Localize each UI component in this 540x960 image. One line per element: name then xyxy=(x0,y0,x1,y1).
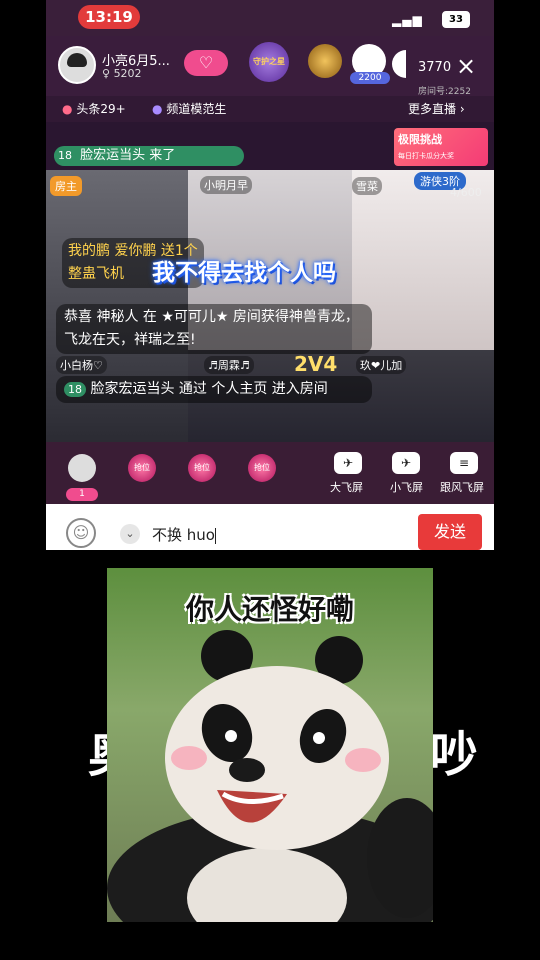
channel-icon: ● xyxy=(152,102,163,116)
viewer-avatar-score: 2200 xyxy=(350,72,390,84)
entry-text: 脸宏运当头 来了 xyxy=(80,148,176,163)
viewer-count[interactable]: 3770 xyxy=(418,60,451,75)
room-header: 小亮6月5... ♀ 5202 ♡ 守护之星 2200 3770 房间号:225… xyxy=(46,36,494,97)
channel-tag[interactable]: ● 频道模范生 xyxy=(152,100,226,117)
level-badge: 18 xyxy=(64,382,86,397)
livestream-screenshot: 13:19 ▂▄▆ 33 小亮6月5... ♀ 5202 ♡ 守护之星 2200… xyxy=(46,0,494,550)
seat-count: 4/600 xyxy=(450,186,482,199)
grab-seat-button[interactable]: 抢位 xyxy=(188,454,216,482)
background-text-right: 吵 xyxy=(430,727,479,783)
chat-message-system: 恭喜 神秘人 在 ★可可儿★ 房间获得神兽青龙，飞龙在天，祥瑞之至! xyxy=(56,304,372,354)
plane-small-icon[interactable]: ✈ xyxy=(392,452,420,474)
host-id: ♀ 5202 xyxy=(102,67,142,80)
signal-icon: ▂▄▆ xyxy=(392,13,423,27)
chat-input-value: 不换 huo xyxy=(152,526,215,544)
battery-icon: 33 xyxy=(442,11,470,28)
tool-label-small[interactable]: 小飞屏 xyxy=(390,479,423,495)
seat-label-xiaobai: 小白杨♡ xyxy=(56,356,107,374)
seat-label-xiaoming: 小明月早 xyxy=(200,176,252,194)
close-icon[interactable]: × xyxy=(456,54,476,78)
hearts-icon: ♡ xyxy=(198,53,214,72)
tool-label-follow[interactable]: 跟风飞屏 xyxy=(440,479,484,495)
video-subtitle: 我不得去找个人吗 xyxy=(152,260,336,286)
send-button[interactable]: 发送 xyxy=(418,514,482,550)
sticker-caption: 你人还怪好嘞 xyxy=(185,593,354,626)
emoji-icon[interactable]: ☺ xyxy=(66,518,96,548)
channel-label: 频道模范生 xyxy=(166,102,227,116)
more-live-link[interactable]: 更多直播 › xyxy=(408,100,465,117)
chevron-down-icon[interactable]: ⌄ xyxy=(120,524,140,544)
level-badge: 18 xyxy=(54,148,76,163)
more-live-label: 更多直播 xyxy=(408,102,457,116)
host-id-value: 5202 xyxy=(113,67,142,80)
text-caret xyxy=(214,527,216,544)
chat-text: 脸家宏运当头 通过 个人主页 进入房间 xyxy=(90,381,328,397)
challenge-subtitle: 每日打卡瓜分大奖 xyxy=(398,152,454,160)
chat-sender: 我的鹏 xyxy=(68,243,110,259)
battle-score: 2V4 xyxy=(294,352,338,376)
host-tag: 房主 xyxy=(50,176,82,196)
entry-banner: 18 脸宏运当头 来了 xyxy=(54,146,244,166)
status-time: 13:19 xyxy=(78,5,140,29)
chat-message-entry: 18 脸家宏运当头 通过 个人主页 进入房间 xyxy=(56,376,372,403)
grab-seat-button[interactable]: 抢位 xyxy=(128,454,156,482)
guard-star-badge[interactable]: 守护之星 xyxy=(249,42,289,82)
follow-screen-icon[interactable]: ≡ xyxy=(450,452,478,474)
flame-icon: ● xyxy=(62,102,73,116)
gift-cart-icon[interactable] xyxy=(308,44,342,78)
tool-label-big[interactable]: 大飞屏 xyxy=(330,479,363,495)
grab-seat-button[interactable]: 抢位 xyxy=(248,454,276,482)
seat-label-xueyan: 雪菜 xyxy=(352,177,382,195)
viewer-avatar-partial[interactable] xyxy=(392,50,406,78)
headline-tag[interactable]: ● 头条29+ xyxy=(62,100,126,117)
follow-button[interactable]: ♡ xyxy=(184,50,228,76)
seat-label-music: ♬周霖♬ xyxy=(204,356,254,374)
host-avatar[interactable] xyxy=(58,46,96,84)
seat-badge: 1 xyxy=(66,488,98,501)
chat-input[interactable]: 不换 huo xyxy=(152,524,216,545)
plane-big-icon[interactable]: ✈ xyxy=(334,452,362,474)
occupied-seat[interactable] xyxy=(68,454,96,482)
challenge-title: 极限挑战 xyxy=(398,133,442,146)
seat-label-jiu: 玖❤儿加 xyxy=(356,356,407,374)
headline-label: 头条29+ xyxy=(76,102,126,116)
